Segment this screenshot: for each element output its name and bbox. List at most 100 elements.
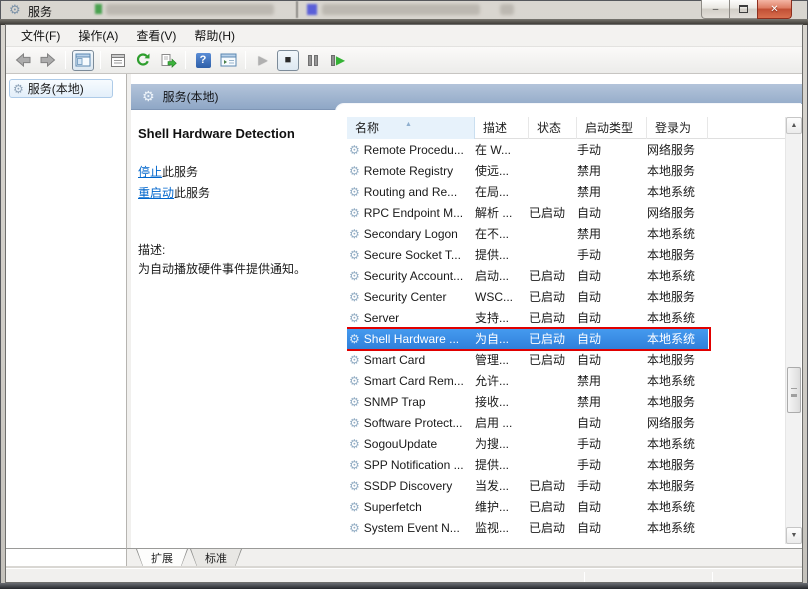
- menu-help[interactable]: 帮助(H): [185, 24, 244, 47]
- service-gear-icon: ⚙: [349, 290, 360, 304]
- show-console-tree-icon[interactable]: [72, 49, 94, 71]
- forward-icon[interactable]: [37, 50, 59, 71]
- stop-service-icon[interactable]: ■: [277, 49, 299, 71]
- stop-service-suffix: 此服务: [162, 165, 199, 179]
- status-bar: [6, 568, 802, 582]
- cell-desc: 启用 ...: [475, 416, 513, 430]
- table-row[interactable]: ⚙ SNMP Trap 接收... 禁用 本地服务: [347, 392, 784, 413]
- scroll-up-icon[interactable]: ▲: [786, 117, 802, 134]
- cell-startup: 手动: [577, 479, 602, 493]
- cell-name: ⚙ Security Center: [349, 287, 475, 308]
- tree-pane-footer: [6, 548, 127, 569]
- table-row[interactable]: ⚙ SPP Notification ... 提供... 手动 本地服务: [347, 455, 784, 476]
- tab-standard-frame: 标准: [190, 549, 242, 567]
- table-header: 名称 ▲ 描述 状态 启动类型 登录为: [347, 117, 785, 139]
- title-bar[interactable]: ⚙ 服务 – ✕: [0, 0, 808, 19]
- vertical-scrollbar[interactable]: ▲ ▼: [785, 117, 802, 544]
- table-row[interactable]: ⚙ Software Protect... 启用 ... 自动 网络服务: [347, 413, 784, 434]
- cell-desc: 提供...: [475, 248, 510, 262]
- cell-status: 已启动: [529, 311, 566, 325]
- toolbar-separator: [100, 51, 101, 69]
- cell-status: [529, 455, 575, 476]
- service-gear-icon: ⚙: [349, 269, 360, 283]
- service-gear-icon: ⚙: [349, 500, 360, 514]
- column-header-status[interactable]: 状态: [529, 117, 577, 139]
- tab-standard[interactable]: 标准: [191, 549, 241, 566]
- cell-logon: 本地系统: [647, 374, 696, 388]
- cell-name: ⚙ Security Account...: [349, 266, 475, 287]
- cell-status: 已启动: [529, 500, 566, 514]
- table-row[interactable]: ⚙ Remote Procedu... 在 W... 手动 网络服务: [347, 140, 784, 161]
- table-row[interactable]: ⚙ Routing and Re... 在局... 禁用 本地系统: [347, 182, 784, 203]
- main-area: ⚙ 服务(本地) ⚙ 服务(本地) Shell Hardware Detecti…: [6, 74, 802, 548]
- refresh-icon[interactable]: [132, 50, 154, 71]
- service-gear-icon: ⚙: [349, 164, 360, 178]
- table-row[interactable]: ⚙ Security Account... 启动... 已启动 自动 本地系统: [347, 266, 784, 287]
- description-label: 描述:: [138, 243, 166, 257]
- minimize-button[interactable]: –: [701, 0, 730, 19]
- table-row[interactable]: ⚙ Superfetch 维护... 已启动 自动 本地系统: [347, 497, 784, 518]
- tab-extended[interactable]: 扩展: [137, 549, 187, 566]
- column-header-description[interactable]: 描述: [475, 117, 529, 139]
- table-row[interactable]: ⚙ SSDP Discovery 当发... 已启动 手动 本地服务: [347, 476, 784, 497]
- menu-action[interactable]: 操作(A): [69, 24, 127, 47]
- show-action-pane-icon[interactable]: [217, 50, 239, 71]
- cell-status: 已启动: [529, 206, 566, 220]
- table-row[interactable]: ⚙ Security Center WSC... 已启动 自动 本地服务: [347, 287, 784, 308]
- scroll-down-icon[interactable]: ▼: [786, 527, 802, 544]
- cell-logon: 本地系统: [647, 269, 696, 283]
- cell-startup: 自动: [577, 332, 602, 346]
- scrollbar-thumb[interactable]: [787, 367, 801, 413]
- cell-logon: 本地系统: [647, 437, 696, 451]
- cell-status: [529, 413, 575, 434]
- cell-status: [529, 140, 575, 161]
- properties-icon[interactable]: [107, 50, 129, 71]
- maximize-button[interactable]: [729, 0, 758, 19]
- cell-logon: 网络服务: [647, 143, 696, 157]
- start-service-icon[interactable]: ▶: [252, 50, 274, 71]
- cell-logon: 本地系统: [647, 227, 696, 241]
- menu-file[interactable]: 文件(F): [12, 24, 69, 47]
- export-list-icon[interactable]: [157, 50, 179, 71]
- table-row[interactable]: ⚙ Smart Card Rem... 允许... 禁用 本地系统: [347, 371, 784, 392]
- cell-startup: 禁用: [577, 227, 602, 241]
- stop-service-action: 停止此服务: [138, 163, 198, 180]
- services-window: ⚙ 服务 – ✕ 文件(F) 操作(A) 查看(V) 帮助(H) ? ▶ ■ ▶…: [0, 0, 808, 589]
- cell-name: ⚙ Superfetch: [349, 497, 475, 518]
- menu-view[interactable]: 查看(V): [127, 24, 185, 47]
- cell-logon: 本地服务: [647, 395, 696, 409]
- cell-startup: 自动: [577, 521, 602, 535]
- table-row[interactable]: ⚙ Server 支持... 已启动 自动 本地系统: [347, 308, 784, 329]
- service-gear-icon: ⚙: [349, 185, 360, 199]
- cell-name: ⚙ Server: [349, 308, 475, 329]
- back-icon[interactable]: [12, 50, 34, 71]
- table-row[interactable]: ⚙ Smart Card 管理... 已启动 自动 本地服务: [347, 350, 784, 371]
- table-row[interactable]: ⚙ System Event N... 监视... 已启动 自动 本地系统: [347, 518, 784, 539]
- column-header-startup-type[interactable]: 启动类型: [577, 117, 647, 139]
- help-glyph: ?: [195, 52, 211, 68]
- close-button[interactable]: ✕: [757, 0, 792, 19]
- table-row[interactable]: ⚙ RPC Endpoint M... 解析 ... 已启动 自动 网络服务: [347, 203, 784, 224]
- cell-name: ⚙ RPC Endpoint M...: [349, 203, 475, 224]
- cell-name: ⚙ System Event N...: [349, 518, 475, 539]
- cell-startup: 禁用: [577, 374, 602, 388]
- restart-service-icon[interactable]: ▶: [327, 50, 349, 71]
- cell-status: [529, 371, 575, 392]
- stop-service-link[interactable]: 停止: [138, 165, 162, 179]
- cell-desc: 当发...: [475, 479, 510, 493]
- help-icon[interactable]: ?: [192, 50, 214, 71]
- restart-service-link[interactable]: 重启动: [138, 186, 174, 200]
- statusbar-divider: [584, 572, 585, 582]
- table-row[interactable]: ⚙ Secure Socket T... 提供... 手动 本地服务: [347, 245, 784, 266]
- column-header-name[interactable]: 名称 ▲: [347, 117, 475, 139]
- table-row[interactable]: ⚙ SogouUpdate 为搜... 手动 本地系统: [347, 434, 784, 455]
- table-row[interactable]: ⚙ Remote Registry 使远... 禁用 本地服务: [347, 161, 784, 182]
- table-row[interactable]: ⚙ Shell Hardware ... 为自... 已启动 自动 本地系统: [347, 327, 784, 351]
- background-window-divider: [296, 1, 298, 18]
- tree-node-services-local[interactable]: ⚙ 服务(本地): [9, 79, 113, 98]
- background-window-icon: [307, 4, 317, 15]
- pause-service-icon[interactable]: [302, 50, 324, 71]
- column-header-logon-as[interactable]: 登录为: [647, 117, 708, 139]
- table-row[interactable]: ⚙ Secondary Logon 在不... 禁用 本地系统: [347, 224, 784, 245]
- cell-desc: 为自...: [475, 332, 510, 346]
